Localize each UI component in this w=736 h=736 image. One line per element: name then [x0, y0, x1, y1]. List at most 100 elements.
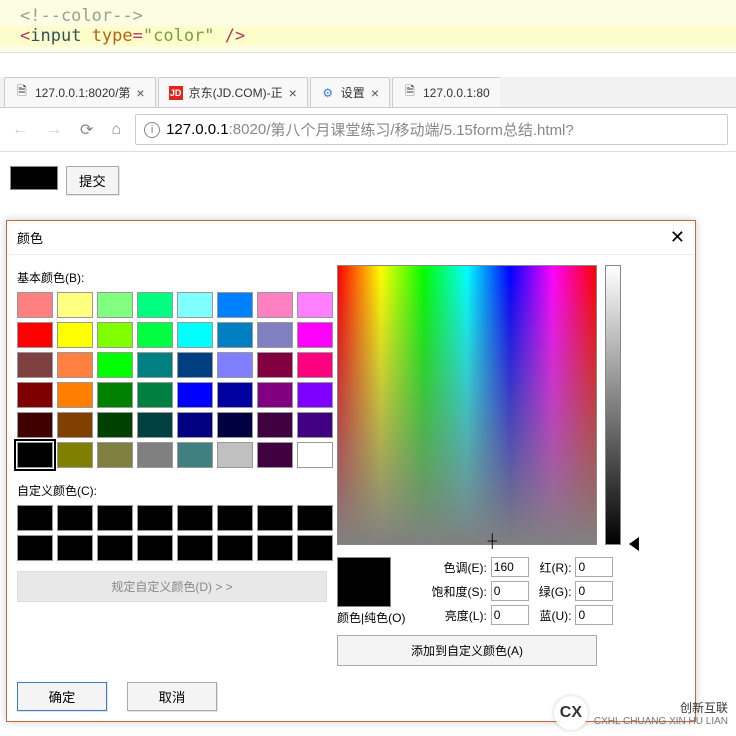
ok-button[interactable]: 确定 [17, 682, 107, 711]
color-swatch[interactable] [217, 322, 253, 348]
hue-input[interactable] [491, 557, 529, 577]
color-swatch[interactable] [257, 442, 293, 468]
custom-swatch[interactable] [177, 535, 213, 561]
color-swatch[interactable] [217, 442, 253, 468]
blue-input[interactable] [575, 605, 613, 625]
color-swatch[interactable] [97, 442, 133, 468]
color-swatch[interactable] [217, 292, 253, 318]
define-custom-button[interactable]: 规定自定义颜色(D) > > [17, 571, 327, 602]
back-icon[interactable]: ← [8, 121, 32, 139]
color-swatch[interactable] [297, 382, 333, 408]
color-swatch[interactable] [177, 412, 213, 438]
color-input-preview[interactable] [10, 166, 58, 190]
add-custom-button[interactable]: 添加到自定义颜色(A) [337, 635, 597, 666]
luminance-slider[interactable] [605, 265, 621, 545]
browser-tab-2[interactable]: ⚙ 设置 × [310, 77, 390, 107]
close-icon[interactable]: × [371, 85, 379, 101]
color-swatch[interactable] [257, 322, 293, 348]
color-swatch[interactable] [137, 382, 173, 408]
luminance-arrow-icon[interactable] [629, 537, 639, 551]
color-swatch[interactable] [97, 292, 133, 318]
sat-input[interactable] [491, 581, 529, 601]
color-swatch[interactable] [57, 322, 93, 348]
color-swatch[interactable] [177, 292, 213, 318]
close-icon[interactable]: × [289, 85, 297, 101]
green-input[interactable] [575, 581, 613, 601]
color-swatch[interactable] [137, 292, 173, 318]
color-swatch[interactable] [177, 382, 213, 408]
custom-swatch[interactable] [97, 535, 133, 561]
custom-swatch[interactable] [17, 535, 53, 561]
color-swatch[interactable] [257, 352, 293, 378]
custom-swatch[interactable] [297, 505, 333, 531]
browser-tab-3[interactable]: 🗎 127.0.0.1:80 [392, 77, 500, 107]
dialog-titlebar[interactable]: 颜色 ✕ [7, 221, 695, 255]
custom-swatch[interactable] [217, 535, 253, 561]
browser-tab-0[interactable]: 🗎 127.0.0.1:8020/第 × [4, 77, 156, 107]
color-swatch[interactable] [177, 352, 213, 378]
color-swatch[interactable] [17, 322, 53, 348]
custom-swatch[interactable] [177, 505, 213, 531]
custom-swatch[interactable] [217, 505, 253, 531]
color-swatch[interactable] [177, 322, 213, 348]
reload-icon[interactable]: ⟳ [76, 120, 97, 140]
close-icon[interactable]: ✕ [670, 227, 685, 248]
color-swatch[interactable] [17, 292, 53, 318]
color-swatch[interactable] [217, 382, 253, 408]
custom-swatch[interactable] [257, 535, 293, 561]
close-icon[interactable]: × [136, 85, 144, 101]
color-swatch[interactable] [57, 442, 93, 468]
custom-swatch[interactable] [137, 505, 173, 531]
red-input[interactable] [575, 557, 613, 577]
color-swatch[interactable] [297, 442, 333, 468]
color-swatch[interactable] [17, 352, 53, 378]
custom-swatch[interactable] [137, 535, 173, 561]
browser-tab-1[interactable]: JD 京东(JD.COM)-正 × [158, 77, 308, 107]
color-swatch[interactable] [97, 352, 133, 378]
custom-swatch[interactable] [297, 535, 333, 561]
color-gradient-picker[interactable]: ┼ [337, 265, 597, 545]
tab-label: 127.0.0.1:80 [423, 86, 490, 100]
color-swatch[interactable] [297, 412, 333, 438]
color-swatch[interactable] [297, 292, 333, 318]
color-swatch[interactable] [17, 442, 53, 468]
tab-label: 京东(JD.COM)-正 [189, 84, 283, 101]
color-swatch[interactable] [97, 322, 133, 348]
color-swatch[interactable] [57, 292, 93, 318]
custom-swatch[interactable] [257, 505, 293, 531]
color-swatch[interactable] [257, 382, 293, 408]
custom-swatch[interactable] [57, 535, 93, 561]
color-preview [337, 557, 391, 607]
color-swatch[interactable] [297, 322, 333, 348]
cancel-button[interactable]: 取消 [127, 682, 217, 711]
color-swatch[interactable] [217, 412, 253, 438]
url-input[interactable]: i 127.0.0.1:8020/第八个月课堂练习/移动端/5.15form总结… [135, 114, 728, 145]
color-swatch[interactable] [257, 412, 293, 438]
home-icon[interactable]: ⌂ [107, 121, 125, 139]
custom-swatch[interactable] [97, 505, 133, 531]
lum-input[interactable] [491, 605, 529, 625]
forward-icon[interactable]: → [42, 121, 66, 139]
color-swatch[interactable] [137, 412, 173, 438]
hue-label: 色调(E): [443, 559, 486, 576]
color-swatch[interactable] [177, 442, 213, 468]
color-swatch[interactable] [137, 352, 173, 378]
submit-button[interactable]: 提交 [66, 166, 119, 195]
color-swatch[interactable] [17, 412, 53, 438]
color-swatch[interactable] [97, 382, 133, 408]
color-swatch[interactable] [57, 382, 93, 408]
color-swatch[interactable] [257, 292, 293, 318]
color-swatch[interactable] [57, 352, 93, 378]
color-swatch[interactable] [17, 382, 53, 408]
tab-bar: 🗎 127.0.0.1:8020/第 × JD 京东(JD.COM)-正 × ⚙… [0, 77, 736, 108]
color-swatch[interactable] [217, 352, 253, 378]
color-swatch[interactable] [297, 352, 333, 378]
custom-swatch[interactable] [57, 505, 93, 531]
color-swatch[interactable] [97, 412, 133, 438]
color-swatch[interactable] [137, 442, 173, 468]
custom-swatch[interactable] [17, 505, 53, 531]
lum-label: 亮度(L): [445, 607, 487, 624]
color-swatch[interactable] [57, 412, 93, 438]
color-swatch[interactable] [137, 322, 173, 348]
basic-colors-label: 基本颜色(B): [17, 269, 327, 286]
